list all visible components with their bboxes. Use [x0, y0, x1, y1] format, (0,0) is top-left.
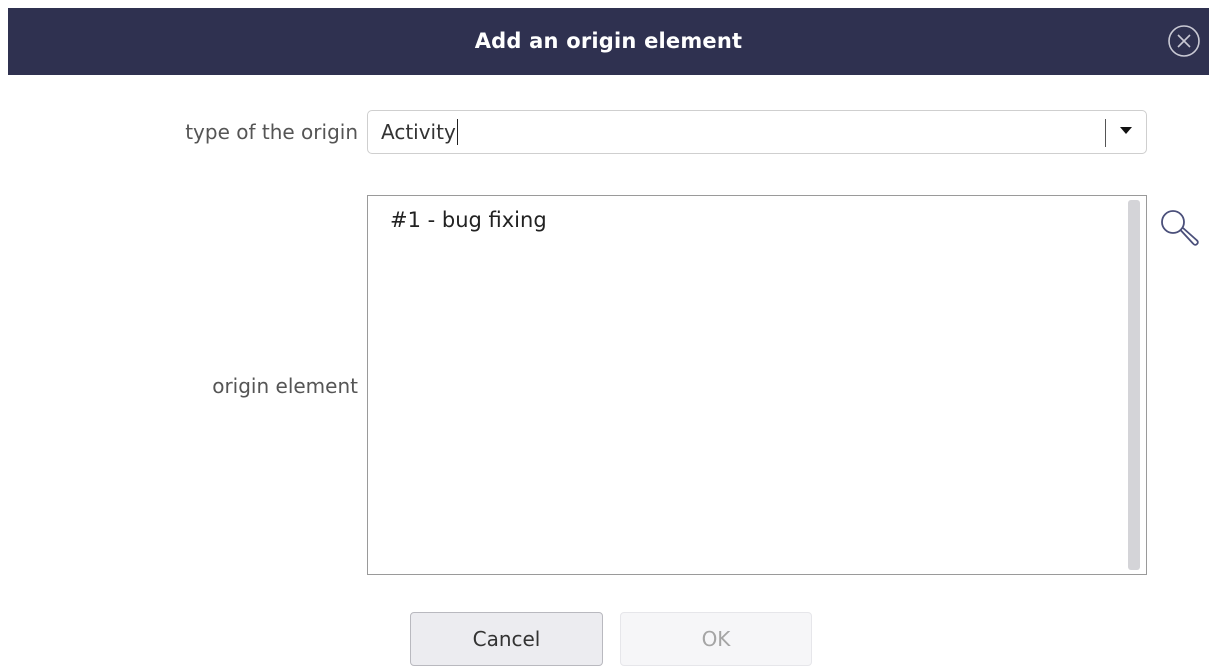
type-of-origin-value[interactable]: Activity — [381, 111, 458, 153]
origin-element-listbox[interactable]: #1 - bug fixing — [367, 195, 1147, 575]
close-icon — [1168, 25, 1200, 57]
dialog-titlebar: Add an origin element — [8, 8, 1209, 75]
ok-button[interactable]: OK — [620, 612, 812, 666]
dropdown-toggle[interactable] — [1106, 111, 1146, 153]
text-caret — [456, 118, 458, 145]
listbox-scrollbar[interactable] — [1128, 200, 1140, 570]
origin-element-label: origin element — [212, 374, 358, 398]
add-origin-dialog: Add an origin element type of the origin… — [0, 0, 1209, 666]
close-button[interactable] — [1167, 24, 1201, 58]
search-button[interactable] — [1155, 205, 1203, 253]
chevron-down-icon — [1120, 127, 1132, 134]
type-of-origin-select[interactable]: Activity — [367, 110, 1147, 154]
cancel-button[interactable]: Cancel — [410, 612, 603, 666]
list-item[interactable]: #1 - bug fixing — [390, 208, 547, 232]
type-of-origin-label: type of the origin — [185, 120, 358, 144]
dialog-title: Add an origin element — [474, 29, 743, 53]
search-icon — [1161, 210, 1199, 246]
